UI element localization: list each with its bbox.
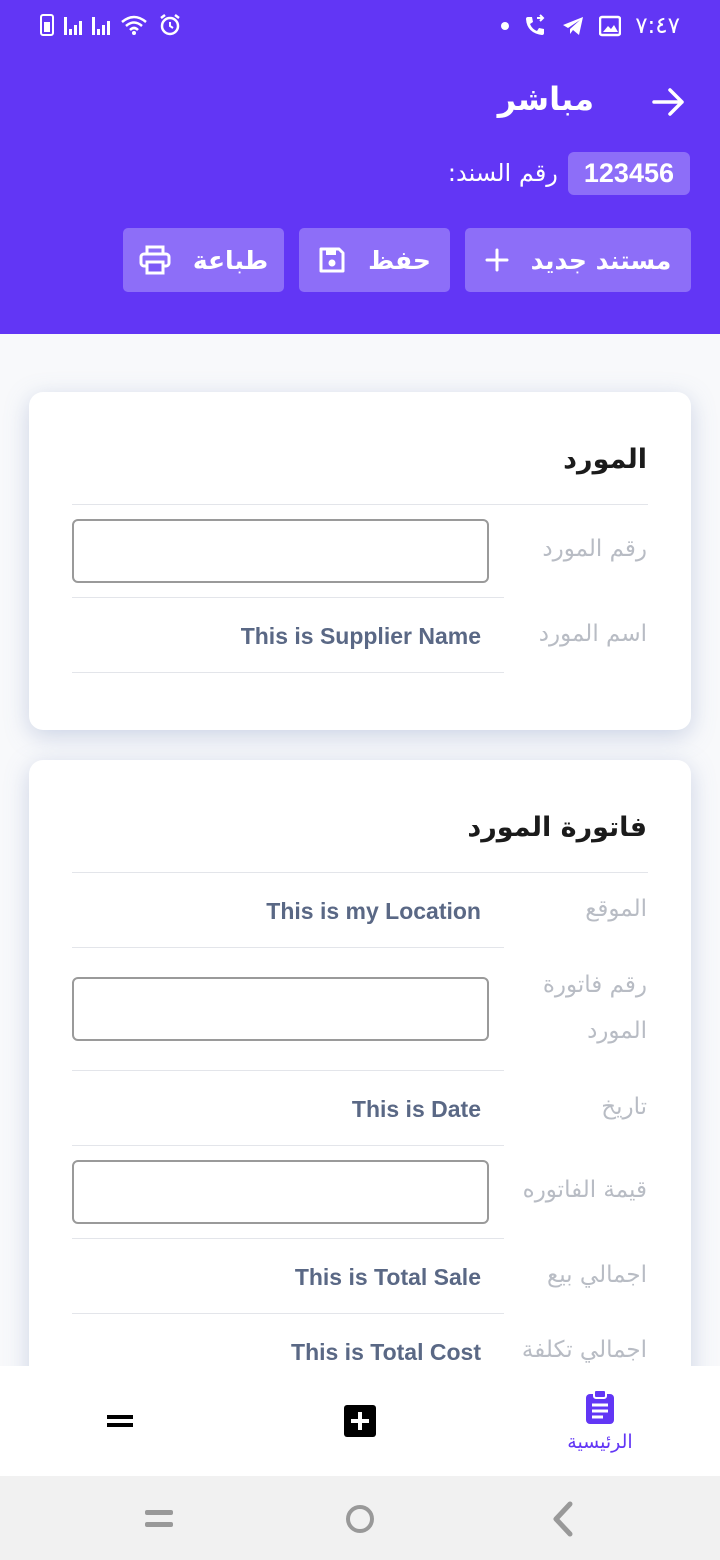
document-number-row: رقم السند: 123456 bbox=[448, 148, 690, 198]
invoice-amount-label: قيمة الفاتوره bbox=[522, 1177, 647, 1203]
divider bbox=[72, 1313, 504, 1314]
invoice-number-label: رقم فاتورة المورد bbox=[542, 972, 647, 1044]
supplier-name-value: This is Supplier Name bbox=[240, 623, 481, 649]
recent-apps-icon[interactable] bbox=[143, 1508, 175, 1530]
new-document-label: مستند جديد bbox=[530, 245, 672, 275]
page-title: مباشر bbox=[497, 80, 594, 118]
total-sale-label: اجمالي بيع bbox=[547, 1262, 647, 1288]
notification-dot-icon bbox=[501, 22, 510, 30]
home-circle-icon[interactable] bbox=[344, 1503, 376, 1535]
back-arrow-icon[interactable] bbox=[648, 82, 688, 122]
nav-home-label: الرئيسية bbox=[567, 1431, 633, 1453]
supplier-number-label: رقم المورد bbox=[542, 536, 647, 562]
back-chevron-icon[interactable] bbox=[548, 1500, 576, 1538]
divider bbox=[72, 504, 648, 505]
divider bbox=[72, 672, 504, 673]
signal-icon bbox=[64, 15, 82, 35]
save-label: حفظ bbox=[368, 245, 431, 275]
nav-menu[interactable] bbox=[90, 1366, 150, 1476]
print-label: طباعة bbox=[192, 245, 269, 275]
image-icon bbox=[599, 15, 622, 37]
divider bbox=[72, 947, 504, 948]
save-button[interactable]: حفظ bbox=[299, 228, 450, 292]
document-number-label: رقم السند: bbox=[447, 159, 558, 187]
signal-icon bbox=[92, 15, 110, 35]
invoice-number-input[interactable] bbox=[72, 977, 489, 1041]
location-label: الموقع bbox=[585, 896, 647, 922]
save-icon bbox=[319, 247, 345, 273]
content-area: المورد رقم المورد اسم المورد This is Sup… bbox=[0, 334, 720, 1366]
call-forward-icon bbox=[526, 14, 545, 35]
telegram-icon bbox=[563, 17, 584, 35]
divider bbox=[72, 1238, 504, 1239]
supplier-invoice-card: فاتورة المورد الموقع This is my Location… bbox=[29, 760, 691, 1366]
status-icons-right: ٧:٤٧ bbox=[501, 13, 680, 39]
location-value: This is my Location bbox=[266, 898, 481, 924]
supplier-name-label: اسم المورد bbox=[538, 621, 647, 647]
title-row: مباشر bbox=[0, 80, 720, 130]
total-cost-value: This is Total Cost bbox=[291, 1339, 481, 1365]
printer-icon bbox=[139, 245, 171, 275]
menu-icon bbox=[107, 1415, 133, 1427]
status-time: ٧:٤٧ bbox=[635, 13, 680, 39]
invoice-card-title: فاتورة المورد bbox=[467, 812, 647, 843]
bottom-navigation: الرئيسية bbox=[0, 1366, 720, 1476]
print-button[interactable]: طباعة bbox=[123, 228, 284, 292]
add-box-icon bbox=[344, 1405, 376, 1437]
status-icons-left bbox=[40, 13, 182, 37]
divider bbox=[72, 597, 504, 598]
new-document-button[interactable]: مستند جديد bbox=[465, 228, 691, 292]
action-buttons: مستند جديد حفظ طباعة bbox=[123, 228, 691, 292]
system-navigation-bar bbox=[0, 1476, 720, 1560]
supplier-number-input[interactable] bbox=[72, 519, 489, 583]
divider bbox=[72, 1070, 504, 1071]
document-number-badge: 123456 bbox=[567, 151, 690, 195]
date-value: This is Date bbox=[351, 1096, 481, 1122]
plus-icon bbox=[485, 248, 509, 272]
invoice-amount-input[interactable] bbox=[72, 1160, 489, 1224]
app-header: ٧:٤٧ مباشر رقم السند: 123456 مستند جديد … bbox=[0, 0, 720, 334]
total-cost-label: اجمالي تكلفة bbox=[521, 1337, 647, 1363]
status-bar: ٧:٤٧ bbox=[0, 0, 720, 54]
clipboard-list-icon bbox=[586, 1389, 614, 1424]
total-sale-value: This is Total Sale bbox=[294, 1264, 481, 1290]
nav-add[interactable] bbox=[330, 1366, 390, 1476]
alarm-icon bbox=[160, 14, 180, 36]
battery-charging-icon bbox=[40, 14, 54, 36]
date-label: تاريخ bbox=[601, 1094, 647, 1120]
divider bbox=[72, 872, 648, 873]
wifi-icon bbox=[121, 15, 147, 35]
supplier-card-title: المورد bbox=[563, 444, 647, 475]
divider bbox=[72, 1145, 504, 1146]
supplier-card: المورد رقم المورد اسم المورد This is Sup… bbox=[29, 392, 691, 730]
nav-home[interactable]: الرئيسية bbox=[550, 1366, 650, 1476]
